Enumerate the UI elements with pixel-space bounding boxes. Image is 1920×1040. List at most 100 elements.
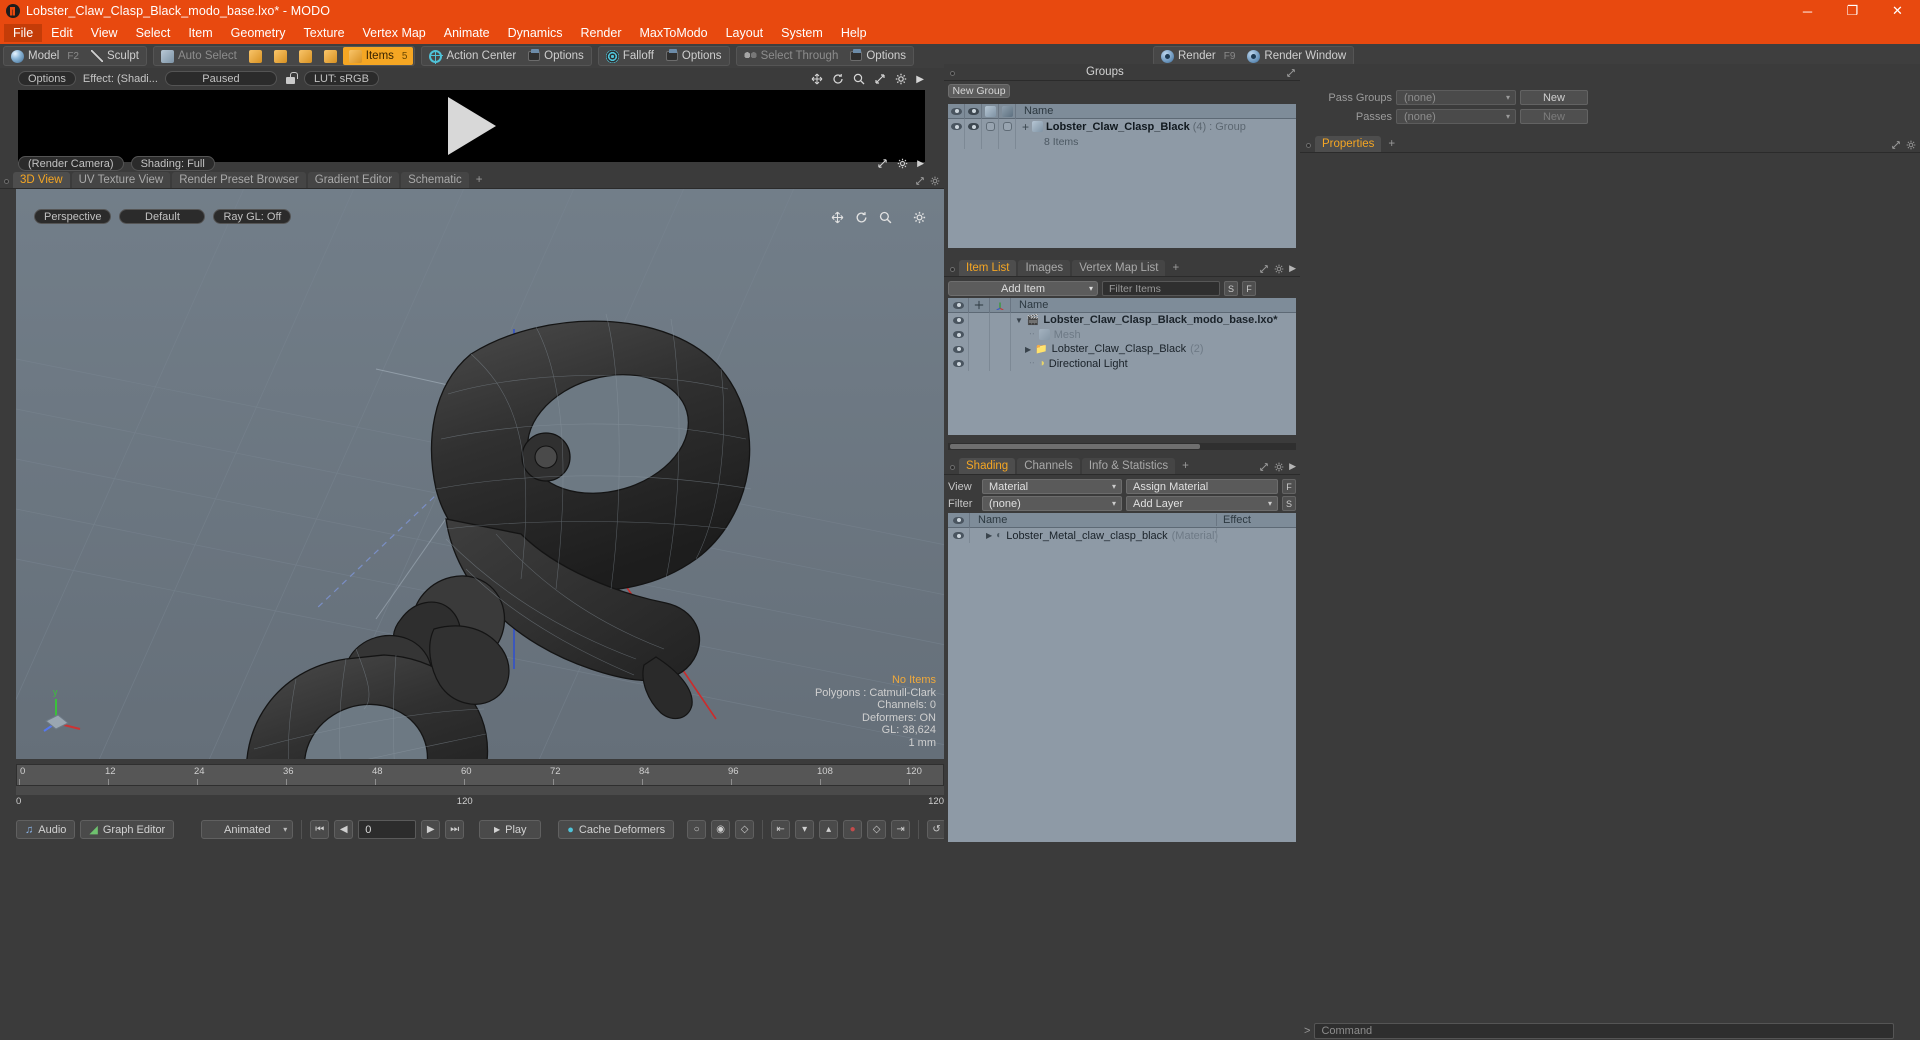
menu-geometry[interactable]: Geometry xyxy=(222,24,295,42)
shading-gear-icon[interactable] xyxy=(1274,462,1284,472)
shading-expand-icon[interactable]: ▶ xyxy=(1289,461,1296,472)
render-lut-button[interactable]: LUT: sRGB xyxy=(303,71,379,86)
item-row-move-1[interactable] xyxy=(969,327,990,342)
groups-col-cube-icon[interactable] xyxy=(982,103,999,119)
key-next-icon-button[interactable]: ▴ xyxy=(819,820,839,839)
graph-editor-button[interactable]: ◢ Graph Editor xyxy=(80,820,175,839)
menu-edit[interactable]: Edit xyxy=(42,24,82,42)
item-list-f-button[interactable]: F xyxy=(1242,281,1256,296)
groups-col-render-icon[interactable] xyxy=(965,103,982,119)
render-status-button[interactable]: Paused xyxy=(164,71,277,86)
menu-view[interactable]: View xyxy=(82,24,127,42)
groups-col-eye-icon[interactable] xyxy=(948,103,965,119)
menu-item[interactable]: Item xyxy=(179,24,221,42)
menu-texture[interactable]: Texture xyxy=(295,24,354,42)
command-input[interactable]: Command xyxy=(1314,1023,1895,1039)
move-icon[interactable] xyxy=(811,73,823,85)
axis-gizmo[interactable]: y xyxy=(40,679,96,735)
menu-file[interactable]: File xyxy=(4,24,43,42)
shading-menu-dot[interactable] xyxy=(950,465,955,470)
tab-add-viewport[interactable]: + xyxy=(471,172,488,188)
range-end-icon-button[interactable]: ⇥ xyxy=(891,820,911,839)
expand-arrow-icon[interactable]: ▶ xyxy=(917,158,924,169)
audio-button[interactable]: ♫ Audio xyxy=(16,820,76,839)
item-row-axis-0[interactable] xyxy=(990,313,1011,328)
tab-add-item-list[interactable]: + xyxy=(1167,260,1184,276)
groups-panel-menu-dot[interactable] xyxy=(950,71,955,76)
current-frame-field[interactable]: 0 xyxy=(358,820,417,839)
sculpt-mode-button[interactable]: Sculpt xyxy=(85,47,145,65)
render-options-button[interactable]: Options xyxy=(18,71,76,86)
action-center-button[interactable]: Action Center xyxy=(423,47,522,65)
range-start-icon-button[interactable]: ⇤ xyxy=(771,820,791,839)
maximize-groups-icon[interactable] xyxy=(1286,68,1296,78)
items-mode-button[interactable]: Items 5 xyxy=(342,47,414,65)
panel-gear-icon[interactable] xyxy=(930,176,940,186)
gear-icon-2[interactable] xyxy=(897,158,908,169)
item-list-gear-icon[interactable] xyxy=(1274,264,1284,274)
zoom-icon-vp[interactable] xyxy=(879,211,892,224)
item-row-move-3[interactable] xyxy=(969,356,990,371)
tab-shading[interactable]: Shading xyxy=(959,458,1016,474)
select-through-button[interactable]: Select Through xyxy=(738,47,845,65)
groups-row-shade-toggle[interactable] xyxy=(999,119,1016,134)
groups-row-cube-toggle[interactable] xyxy=(982,119,999,134)
groups-col-shade-icon[interactable] xyxy=(999,103,1016,119)
cache-deformers-button[interactable]: ● Cache Deformers xyxy=(558,820,675,839)
key-prev-icon-button[interactable]: ▾ xyxy=(795,820,815,839)
new-pass-button[interactable]: New xyxy=(1520,109,1588,124)
zoom-icon[interactable] xyxy=(853,73,865,85)
item-row-expander-0[interactable]: ▼ xyxy=(1015,316,1023,325)
maximize-shading-icon[interactable] xyxy=(1259,462,1269,472)
item-row-eye-2[interactable] xyxy=(948,342,969,357)
move-icon-vp[interactable] xyxy=(831,211,844,224)
key-add-icon-button[interactable]: ◇ xyxy=(867,820,887,839)
tab-schematic[interactable]: Schematic xyxy=(401,172,469,188)
tab-properties[interactable]: Properties xyxy=(1315,136,1382,152)
groups-row[interactable]: + Lobster_Claw_Clasp_Black (4) : Group xyxy=(948,119,1296,134)
fit-icon-2[interactable] xyxy=(877,158,888,169)
maximize-panel-icon[interactable] xyxy=(915,176,925,186)
shading-f-button[interactable]: F xyxy=(1282,479,1296,494)
shading-row-eye[interactable] xyxy=(948,528,970,543)
panel-menu-dot[interactable] xyxy=(4,179,9,184)
menu-select[interactable]: Select xyxy=(127,24,180,42)
pass-groups-select[interactable]: (none) ▾ xyxy=(1396,90,1516,105)
menu-system[interactable]: System xyxy=(772,24,832,42)
item-col-move-icon[interactable] xyxy=(969,297,990,313)
passes-select[interactable]: (none) ▾ xyxy=(1396,109,1516,124)
item-row-axis-2[interactable] xyxy=(990,342,1011,357)
maximize-item-list-icon[interactable] xyxy=(1259,264,1269,274)
assign-material-button[interactable]: Assign Material xyxy=(1126,479,1278,494)
tab-channels[interactable]: Channels xyxy=(1017,458,1080,474)
item-col-eye-icon[interactable] xyxy=(948,297,969,313)
item-row-move-2[interactable] xyxy=(969,342,990,357)
shading-col-eye-icon[interactable] xyxy=(948,512,970,528)
tab-add-shading[interactable]: + xyxy=(1177,458,1194,474)
vertex-mode-button[interactable] xyxy=(243,47,268,65)
item-row-eye-0[interactable] xyxy=(948,313,969,328)
menu-help[interactable]: Help xyxy=(832,24,876,42)
material-mode-button[interactable] xyxy=(318,47,343,65)
maximize-button[interactable]: ❐ xyxy=(1830,0,1875,22)
select-through-options-button[interactable]: Options xyxy=(844,47,912,65)
autokey-icon-button[interactable]: ◉ xyxy=(711,820,731,839)
polygon-mode-button[interactable] xyxy=(293,47,318,65)
shading-view-select[interactable]: Material ▾ xyxy=(982,479,1122,494)
play-button[interactable]: ▶ Play xyxy=(479,820,542,839)
unlock-icon[interactable] xyxy=(284,72,298,85)
fit-icon[interactable] xyxy=(874,73,886,85)
item-list-menu-dot[interactable] xyxy=(950,267,955,272)
tab-images[interactable]: Images xyxy=(1018,260,1071,276)
menu-animate[interactable]: Animate xyxy=(435,24,499,42)
render-effect-label[interactable]: Effect: (Shadi... xyxy=(83,73,158,85)
item-list-hscrollbar[interactable] xyxy=(948,443,1296,450)
tab-add-properties[interactable]: + xyxy=(1383,136,1400,152)
item-row-eye-3[interactable] xyxy=(948,356,969,371)
add-item-button[interactable]: Add Item ▾ xyxy=(948,281,1098,296)
item-list-expand-icon[interactable]: ▶ xyxy=(1289,263,1296,274)
tab-gradient-editor[interactable]: Gradient Editor xyxy=(307,172,400,188)
properties-gear-icon[interactable] xyxy=(1906,140,1916,150)
play-arrow-icon[interactable]: ▶ xyxy=(916,74,924,85)
groups-row-render-icon[interactable] xyxy=(965,119,982,134)
